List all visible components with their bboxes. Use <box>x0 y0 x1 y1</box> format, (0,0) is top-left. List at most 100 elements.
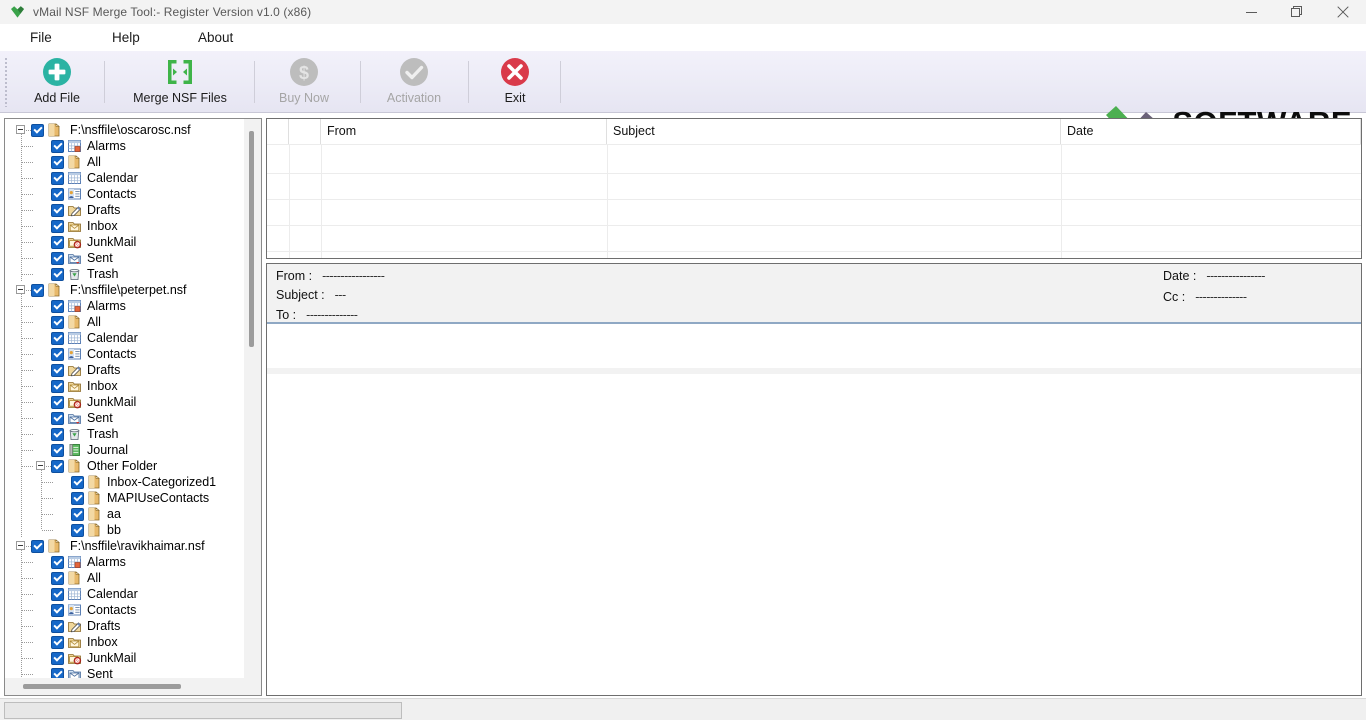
tree-node[interactable]: F:\nsffile\ravikhaimar.nsf <box>31 538 205 554</box>
tree-node[interactable]: Calendar <box>51 586 138 602</box>
tree-node-checkbox[interactable] <box>51 235 64 249</box>
tree-node-checkbox[interactable] <box>51 571 64 585</box>
message-list-header[interactable]: From Subject Date <box>267 119 1361 144</box>
tree-node-checkbox[interactable] <box>51 667 64 678</box>
toolbar-grip[interactable] <box>4 57 8 107</box>
grid-column-header-date[interactable]: Date <box>1061 119 1361 144</box>
tree-node-checkbox[interactable] <box>51 219 64 233</box>
tree-node[interactable]: Trash <box>51 426 119 442</box>
tree-node[interactable]: Trash <box>51 266 119 282</box>
toolbar-button-exit[interactable]: Exit <box>480 55 550 109</box>
tree-node-checkbox[interactable] <box>51 203 64 217</box>
tree-horizontal-scroll-thumb[interactable] <box>23 684 181 689</box>
tree-node[interactable]: Drafts <box>51 618 120 634</box>
menu-item-about[interactable]: About <box>198 24 233 51</box>
tree-node-checkbox[interactable] <box>51 443 64 457</box>
tree-node[interactable]: JunkMail <box>51 394 136 410</box>
tree-node-checkbox[interactable] <box>71 523 84 537</box>
grid-column-header[interactable] <box>289 119 321 144</box>
tree-node[interactable]: Sent <box>51 666 113 678</box>
tree-node-checkbox[interactable] <box>51 459 64 473</box>
tree-node[interactable]: Sent <box>51 410 113 426</box>
tree-node-checkbox[interactable] <box>51 411 64 425</box>
toolbar-button-merge-nsf-files[interactable]: Merge NSF Files <box>116 55 244 109</box>
grid-column-header[interactable] <box>267 119 289 144</box>
tree-node-checkbox[interactable] <box>31 539 44 553</box>
tree-node[interactable]: F:\nsffile\oscarosc.nsf <box>31 122 191 138</box>
tree-node-checkbox[interactable] <box>51 171 64 185</box>
tree-node[interactable]: Drafts <box>51 362 120 378</box>
tree-expander-collapse[interactable] <box>16 125 25 134</box>
tree-node-checkbox[interactable] <box>51 379 64 393</box>
tree-node[interactable]: F:\nsffile\peterpet.nsf <box>31 282 187 298</box>
grid-column-header-from[interactable]: From <box>321 119 607 144</box>
tree-node-checkbox[interactable] <box>51 651 64 665</box>
tree-node[interactable]: All <box>51 570 101 586</box>
tree-expander-collapse[interactable] <box>36 461 45 470</box>
tree-node-checkbox[interactable] <box>71 491 84 505</box>
tree-node[interactable]: JunkMail <box>51 234 136 250</box>
tree-node[interactable]: Inbox-Categorized1 <box>71 474 216 490</box>
tree-node[interactable]: Calendar <box>51 330 138 346</box>
maximize-button[interactable] <box>1274 0 1320 24</box>
tree-node-checkbox[interactable] <box>51 267 64 281</box>
tree-node-checkbox[interactable] <box>51 635 64 649</box>
tree-vertical-scrollbar[interactable] <box>244 119 261 678</box>
tree-expander-collapse[interactable] <box>16 285 25 294</box>
tree-node-checkbox[interactable] <box>51 139 64 153</box>
tree-vertical-scroll-thumb[interactable] <box>249 131 254 347</box>
tree-node-checkbox[interactable] <box>31 123 44 137</box>
toolbar-button-label: Exit <box>504 91 526 105</box>
tree-node-checkbox[interactable] <box>51 587 64 601</box>
tree-node-checkbox[interactable] <box>31 283 44 297</box>
menu-item-file[interactable]: File <box>30 24 52 51</box>
tree-node[interactable]: Sent <box>51 250 113 266</box>
tree-node-checkbox[interactable] <box>51 251 64 265</box>
tree-node[interactable]: All <box>51 154 101 170</box>
tree-node[interactable]: MAPIUseContacts <box>71 490 209 506</box>
tree-node-checkbox[interactable] <box>51 395 64 409</box>
tree-node-checkbox[interactable] <box>51 363 64 377</box>
nsf-folder-tree-panel[interactable]: F:\nsffile\oscarosc.nsf Alarms All Calendar… <box>4 118 262 696</box>
tree-node-checkbox[interactable] <box>71 475 84 489</box>
tree-node-checkbox[interactable] <box>51 347 64 361</box>
tree-node-checkbox[interactable] <box>51 619 64 633</box>
tree-node[interactable]: All <box>51 314 101 330</box>
tree-node[interactable]: Calendar <box>51 170 138 186</box>
tree-node-checkbox[interactable] <box>51 187 64 201</box>
menu-item-help[interactable]: Help <box>112 24 140 51</box>
preview-field: Subject : --- <box>276 288 346 302</box>
tree-node[interactable]: Alarms <box>51 138 126 154</box>
tree-node[interactable]: JunkMail <box>51 650 136 666</box>
tree-node[interactable]: bb <box>71 522 121 538</box>
toolbar-button-add-file[interactable]: Add File <box>18 55 96 109</box>
tree-node-checkbox[interactable] <box>51 427 64 441</box>
tree-horizontal-scrollbar[interactable] <box>5 678 244 695</box>
tree-node-checkbox[interactable] <box>71 507 84 521</box>
tree-node[interactable]: Contacts <box>51 602 136 618</box>
tree-node[interactable]: Inbox <box>51 378 118 394</box>
nsf-folder-tree[interactable]: F:\nsffile\oscarosc.nsf Alarms All Calendar… <box>5 119 244 678</box>
tree-node-checkbox[interactable] <box>51 299 64 313</box>
tree-node[interactable]: Inbox <box>51 218 118 234</box>
tree-node[interactable]: Other Folder <box>51 458 157 474</box>
tree-node[interactable]: Contacts <box>51 346 136 362</box>
tree-node-checkbox[interactable] <box>51 603 64 617</box>
tree-node[interactable]: Journal <box>51 442 128 458</box>
tree-node[interactable]: Alarms <box>51 554 126 570</box>
tree-node-checkbox[interactable] <box>51 555 64 569</box>
tree-node-checkbox[interactable] <box>51 331 64 345</box>
tree-node-checkbox[interactable] <box>51 155 64 169</box>
minimize-button[interactable] <box>1228 0 1274 24</box>
grid-column-header-subject[interactable]: Subject <box>607 119 1061 144</box>
tree-node[interactable]: Inbox <box>51 634 118 650</box>
tree-node[interactable]: Drafts <box>51 202 120 218</box>
message-list-grid[interactable]: From Subject Date <box>266 118 1362 259</box>
tree-node-label: Trash <box>87 267 119 281</box>
tree-expander-collapse[interactable] <box>16 541 25 550</box>
close-button[interactable] <box>1320 0 1366 24</box>
tree-node[interactable]: Alarms <box>51 298 126 314</box>
tree-node[interactable]: aa <box>71 506 121 522</box>
tree-node[interactable]: Contacts <box>51 186 136 202</box>
tree-node-checkbox[interactable] <box>51 315 64 329</box>
